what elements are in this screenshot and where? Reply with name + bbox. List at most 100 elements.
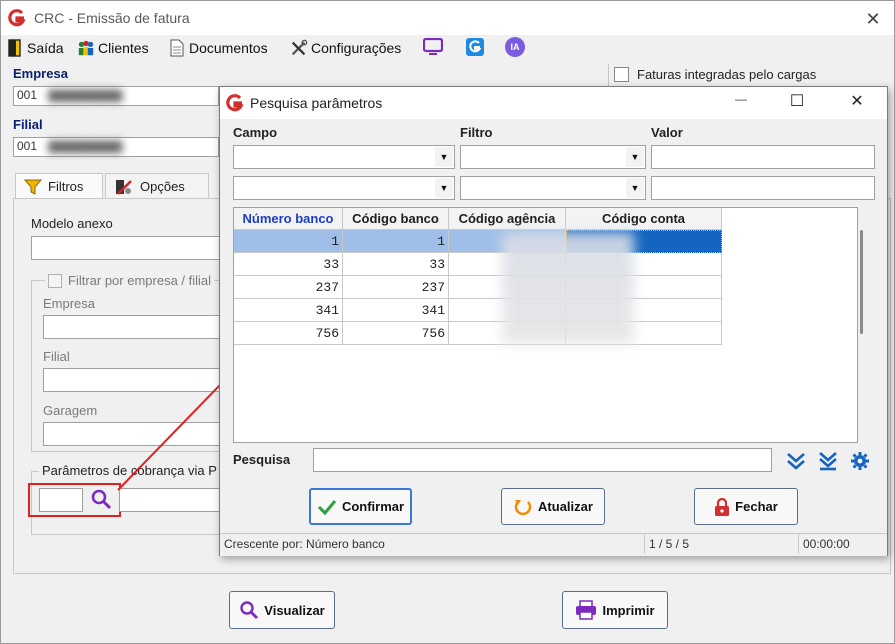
pesquisa-dialog: Pesquisa parâmetros — ☐ ✕ Campo Filtro V… (219, 86, 888, 556)
tools-icon (290, 39, 308, 57)
search-lookup-button[interactable] (90, 488, 112, 513)
double-chevron-bottom-icon (819, 452, 837, 471)
gear-icon (851, 452, 869, 470)
parametro-description-field[interactable] (119, 488, 221, 512)
filtro-label: Filtro (460, 125, 493, 140)
dialog-title-bar: Pesquisa parâmetros — ☐ ✕ (220, 87, 887, 119)
table-cell[interactable]: 341 (343, 299, 449, 322)
confirmar-button[interactable]: Confirmar (309, 488, 412, 525)
filtro-dropdown-1[interactable]: ▼ (460, 145, 646, 169)
column-header-numero-banco[interactable]: Número banco (234, 208, 343, 230)
scroll-down-button[interactable] (785, 451, 807, 474)
document-icon (168, 39, 186, 57)
menu-configuracoes[interactable]: Configurações (290, 38, 401, 58)
results-grid[interactable]: Número banco Código banco Código agência… (233, 207, 863, 443)
checkbox-box[interactable] (614, 67, 629, 82)
menu-clientes[interactable]: Clientes (77, 38, 149, 58)
table-cell[interactable]: 237 (343, 276, 449, 299)
campo-label: Campo (233, 125, 278, 140)
pesquisa-label: Pesquisa (233, 452, 291, 467)
status-time: 00:00:00 (798, 534, 887, 554)
chevron-down-icon: ▼ (626, 178, 644, 198)
dialog-maximize-button[interactable]: ☐ (782, 91, 812, 111)
redacted-area (502, 232, 634, 344)
imprimir-label: Imprimir (602, 602, 655, 618)
parametros-label: Parâmetros de cobrança via P (39, 463, 220, 478)
monitor-icon[interactable] (422, 37, 444, 59)
tab-filtros[interactable]: Filtros (15, 173, 103, 199)
tab-filtros-label: Filtros (48, 179, 84, 194)
fechar-button[interactable]: Fechar (694, 488, 798, 525)
status-count: 1 / 5 / 5 (644, 534, 798, 554)
filtrar-empresa-filial-checkbox[interactable]: Filtrar por empresa / filial (45, 273, 215, 288)
panel-filial-field[interactable] (43, 368, 221, 392)
empresa-field[interactable]: 001 ▇▇▇▇▇▇▇▇ (13, 86, 219, 106)
campo-dropdown-2[interactable]: ▼ (233, 176, 455, 200)
column-header-codigo-banco[interactable]: Código banco (343, 208, 449, 230)
parametro-code-field[interactable] (39, 488, 83, 512)
exit-door-icon (6, 39, 24, 57)
menu-documentos-label: Documentos (189, 40, 268, 56)
chevron-down-icon: ▼ (435, 178, 453, 198)
table-cell[interactable]: 1 (343, 230, 449, 253)
table-cell[interactable]: 237 (234, 276, 343, 299)
chevron-down-icon: ▼ (435, 147, 453, 167)
title-bar: CRC - Emissão de fatura ✕ (1, 1, 894, 35)
magnifier-icon (91, 489, 112, 510)
tab-opcoes[interactable]: Opções (105, 173, 209, 199)
printer-icon (576, 600, 597, 620)
filtro-dropdown-2[interactable]: ▼ (460, 176, 646, 200)
modelo-anexo-field[interactable] (31, 236, 221, 260)
status-sort: Crescente por: Número banco (224, 537, 385, 551)
panel-empresa-field[interactable] (43, 315, 221, 339)
valor-input-1[interactable] (651, 145, 875, 169)
dialog-minimize-button[interactable]: — (726, 92, 756, 106)
options-tools-icon (116, 179, 132, 195)
panel-garagem-label: Garagem (43, 403, 98, 418)
empresa-name-redacted: ▇▇▇▇▇▇▇▇ (48, 88, 123, 102)
settings-button[interactable] (850, 451, 870, 474)
table-cell[interactable]: 1 (234, 230, 343, 253)
atualizar-label: Atualizar (538, 499, 593, 514)
filial-name-redacted: ▇▇▇▇▇▇▇▇ (48, 139, 123, 153)
filial-field[interactable]: 001 ▇▇▇▇▇▇▇▇ (13, 137, 219, 157)
filtrar-checkbox-box[interactable] (48, 273, 62, 288)
chevron-down-icon: ▼ (626, 147, 644, 167)
faturas-integradas-checkbox[interactable]: Faturas integradas pelo cargas (614, 67, 816, 82)
fechar-label: Fechar (735, 499, 778, 514)
menu-documentos[interactable]: Documentos (168, 38, 268, 58)
table-cell[interactable]: 33 (234, 253, 343, 276)
table-cell[interactable]: 756 (343, 322, 449, 345)
vertical-scrollbar[interactable] (860, 230, 863, 334)
table-cell[interactable]: 33 (343, 253, 449, 276)
scroll-to-end-button[interactable] (817, 451, 839, 474)
valor-input-2[interactable] (651, 176, 875, 200)
table-cell[interactable]: 756 (234, 322, 343, 345)
visualizar-button[interactable]: Visualizar (229, 591, 335, 629)
g-app-icon[interactable] (465, 37, 485, 60)
ia-icon[interactable]: IA (505, 37, 525, 57)
clients-icon (77, 39, 95, 57)
empresa-label: Empresa (13, 66, 68, 81)
panel-filial-label: Filial (43, 349, 70, 364)
panel-garagem-field[interactable] (43, 422, 221, 446)
window-close-button[interactable]: ✕ (859, 7, 887, 31)
pesquisa-input[interactable] (313, 448, 772, 472)
column-header-codigo-agencia[interactable]: Código agência (449, 208, 566, 230)
dialog-close-button[interactable]: ✕ (842, 91, 872, 111)
column-header-codigo-conta[interactable]: Código conta (566, 208, 722, 230)
refresh-icon (514, 499, 532, 515)
menu-saida[interactable]: Saída (6, 38, 64, 58)
imprimir-button[interactable]: Imprimir (562, 591, 668, 629)
menu-saida-label: Saída (27, 40, 64, 56)
filial-label: Filial (13, 117, 43, 132)
modelo-anexo-label: Modelo anexo (31, 216, 113, 231)
menu-configuracoes-label: Configurações (311, 40, 402, 56)
atualizar-button[interactable]: Atualizar (501, 488, 605, 525)
menu-clientes-label: Clientes (98, 40, 149, 56)
dialog-title: Pesquisa parâmetros (250, 95, 383, 111)
filtrar-label: Filtrar por empresa / filial (68, 273, 212, 288)
app-logo-icon (8, 9, 26, 27)
table-cell[interactable]: 341 (234, 299, 343, 322)
campo-dropdown-1[interactable]: ▼ (233, 145, 455, 169)
